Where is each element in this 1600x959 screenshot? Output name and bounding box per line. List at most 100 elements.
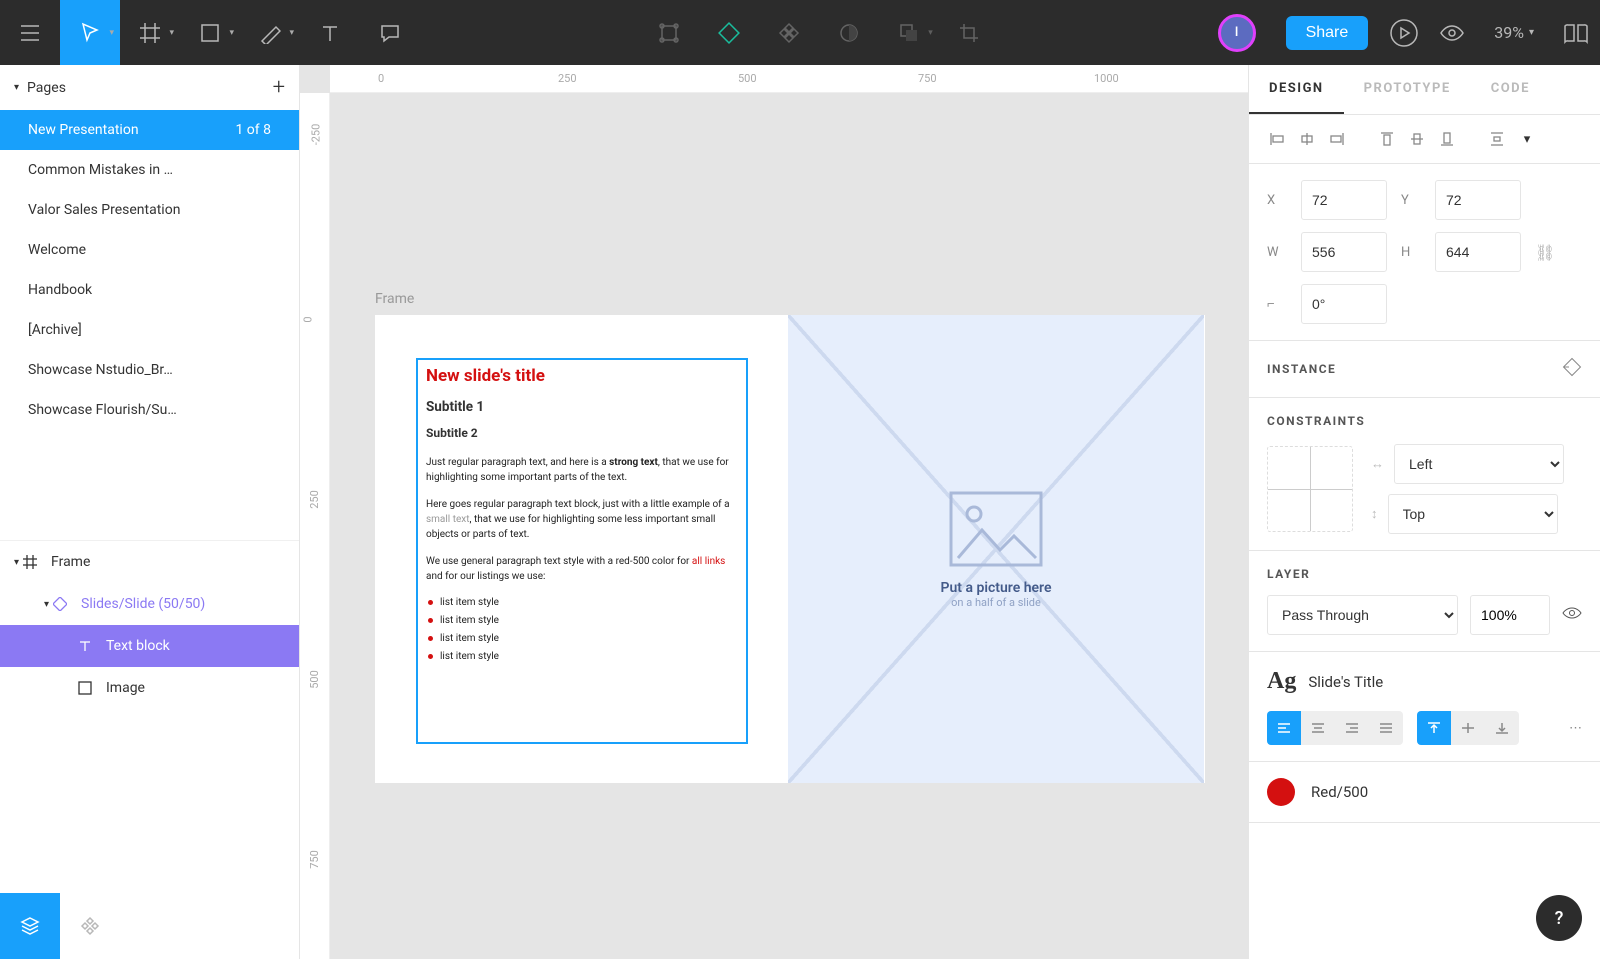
- chevron-down-icon[interactable]: ▾: [14, 82, 19, 93]
- page-item[interactable]: Valor Sales Presentation: [0, 190, 299, 230]
- valign-bottom-icon[interactable]: [1485, 711, 1519, 745]
- text-align-right-icon[interactable]: [1335, 711, 1369, 745]
- tab-prototype[interactable]: PROTOTYPE: [1344, 65, 1471, 114]
- align-hcenter-icon[interactable]: [1293, 125, 1321, 153]
- page-item[interactable]: Welcome: [0, 230, 299, 270]
- w-label: W: [1267, 245, 1287, 260]
- chevron-down-icon: ▾: [169, 28, 174, 38]
- boolean-icon[interactable]: ▾: [879, 0, 939, 65]
- crop-icon[interactable]: [939, 0, 999, 65]
- color-swatch[interactable]: [1267, 778, 1295, 806]
- valign-middle-icon[interactable]: [1451, 711, 1485, 745]
- slide-title: New slide's title: [418, 360, 746, 389]
- page-item[interactable]: New Presentation1 of 8: [0, 110, 299, 150]
- edit-object-icon[interactable]: [639, 0, 699, 65]
- layer-label: Text block: [106, 638, 170, 654]
- layer-label: Frame: [51, 554, 90, 570]
- menu-button[interactable]: [0, 0, 60, 65]
- x-input[interactable]: [1301, 180, 1387, 220]
- canvas-frame[interactable]: New slide's title Subtitle 1 Subtitle 2 …: [375, 315, 1205, 783]
- zoom-dropdown[interactable]: 39% ▾: [1494, 23, 1534, 42]
- canvas-area[interactable]: 0 250 500 750 1000 1250 -250 0 250 500 7…: [300, 65, 1248, 959]
- alignment-row: ▾: [1249, 115, 1600, 164]
- textblock-selection[interactable]: New slide's title Subtitle 1 Subtitle 2 …: [416, 358, 748, 744]
- right-panel: DESIGN PROTOTYPE CODE ▾ X Y W H ⛓ ⌐: [1248, 65, 1600, 959]
- layers-tab-icon[interactable]: [0, 893, 60, 959]
- align-bottom-icon[interactable]: [1433, 125, 1461, 153]
- text-align-justify-icon[interactable]: [1369, 711, 1403, 745]
- blend-mode-select[interactable]: Pass Through: [1267, 595, 1458, 635]
- layer-item[interactable]: ▾ Slides/Slide (50/50): [0, 583, 299, 625]
- slide-paragraph: Just regular paragraph text, and here is…: [418, 443, 746, 485]
- add-page-button[interactable]: +: [273, 75, 285, 100]
- text-style-name: Slide's Title: [1308, 673, 1383, 691]
- opacity-input[interactable]: [1470, 595, 1550, 635]
- constraints-widget[interactable]: [1267, 446, 1353, 532]
- page-item[interactable]: Showcase Nstudio_Br…: [0, 350, 299, 390]
- tab-code[interactable]: CODE: [1471, 65, 1550, 114]
- layer-item[interactable]: Image: [0, 667, 299, 709]
- slide-subtitle1: Subtitle 1: [418, 389, 746, 418]
- rectangle-tool[interactable]: ▾: [180, 0, 240, 65]
- align-vcenter-icon[interactable]: [1403, 125, 1431, 153]
- components-tab-icon[interactable]: [60, 893, 120, 959]
- rotation-input[interactable]: [1301, 284, 1387, 324]
- mask-icon[interactable]: [819, 0, 879, 65]
- page-item[interactable]: Common Mistakes in …: [0, 150, 299, 190]
- frame-tool[interactable]: ▾: [120, 0, 180, 65]
- valign-top-icon[interactable]: [1417, 711, 1451, 745]
- link-dimensions-icon[interactable]: ⛓: [1535, 243, 1555, 262]
- visibility-icon[interactable]: [1562, 606, 1582, 624]
- play-icon[interactable]: [1380, 0, 1428, 65]
- chevron-down-icon: ▾: [229, 28, 234, 38]
- page-list: New Presentation1 of 8 Common Mistakes i…: [0, 110, 299, 430]
- distribute-icon[interactable]: [1483, 125, 1511, 153]
- align-top-icon[interactable]: [1373, 125, 1401, 153]
- rotation-label: ⌐: [1267, 296, 1287, 312]
- w-input[interactable]: [1301, 232, 1387, 272]
- image-icon: [76, 679, 94, 697]
- share-button[interactable]: Share: [1286, 16, 1369, 50]
- page-item[interactable]: Showcase Flourish/Su…: [0, 390, 299, 430]
- chevron-down-icon: ▾: [14, 557, 19, 568]
- text-tool[interactable]: [300, 0, 360, 65]
- user-avatar[interactable]: I: [1218, 14, 1256, 52]
- layers-root-row[interactable]: ▾ Frame: [0, 540, 299, 583]
- layer-item[interactable]: Text block: [0, 625, 299, 667]
- help-button[interactable]: ?: [1536, 895, 1582, 941]
- right-tabs: DESIGN PROTOTYPE CODE: [1249, 65, 1600, 115]
- eye-icon[interactable]: [1428, 0, 1476, 65]
- slide-paragraph: Here goes regular paragraph text block, …: [418, 485, 746, 542]
- go-to-master-icon[interactable]: [1562, 357, 1582, 381]
- slide-list: list item style list item style list ite…: [418, 584, 746, 666]
- text-section: Ag Slide's Title ⋯: [1249, 652, 1600, 761]
- text-align-left-icon[interactable]: [1267, 711, 1301, 745]
- frame-label[interactable]: Frame: [375, 291, 414, 307]
- tab-design[interactable]: DESIGN: [1249, 65, 1344, 114]
- constraint-v-select[interactable]: Top: [1388, 494, 1558, 534]
- chevron-down-icon: ▾: [928, 28, 933, 38]
- more-text-options-icon[interactable]: ⋯: [1569, 721, 1582, 736]
- placeholder-caption: Put a picture here: [940, 580, 1051, 596]
- constraints-section: CONSTRAINTS ↔Left ↕Top: [1249, 398, 1600, 551]
- image-placeholder[interactable]: Put a picture here on a half of a slide: [788, 315, 1204, 783]
- library-icon[interactable]: [1552, 0, 1600, 65]
- align-right-icon[interactable]: [1323, 125, 1351, 153]
- more-align-icon[interactable]: ▾: [1513, 125, 1541, 153]
- move-tool[interactable]: ▾: [60, 0, 120, 65]
- text-icon: [76, 637, 94, 655]
- reset-instance-icon[interactable]: [699, 0, 759, 65]
- comment-tool[interactable]: [360, 0, 420, 65]
- h-input[interactable]: [1435, 232, 1521, 272]
- y-input[interactable]: [1435, 180, 1521, 220]
- pen-tool[interactable]: ▾: [240, 0, 300, 65]
- page-item[interactable]: Handbook: [0, 270, 299, 310]
- create-component-icon[interactable]: [759, 0, 819, 65]
- constraint-h-select[interactable]: Left: [1394, 444, 1564, 484]
- layer-label: Slides/Slide (50/50): [81, 596, 205, 612]
- image-icon: [948, 490, 1044, 568]
- page-item[interactable]: [Archive]: [0, 310, 299, 350]
- align-left-icon[interactable]: [1263, 125, 1291, 153]
- text-align-center-icon[interactable]: [1301, 711, 1335, 745]
- slide-paragraph: We use general paragraph text style with…: [418, 542, 746, 584]
